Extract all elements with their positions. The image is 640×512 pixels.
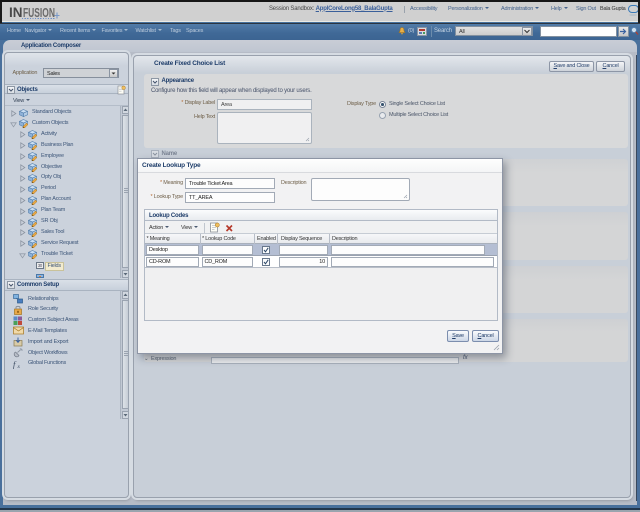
svg-text:IN: IN (9, 5, 23, 20)
svg-text:f: f (13, 359, 17, 369)
svg-text:x: x (17, 364, 21, 369)
